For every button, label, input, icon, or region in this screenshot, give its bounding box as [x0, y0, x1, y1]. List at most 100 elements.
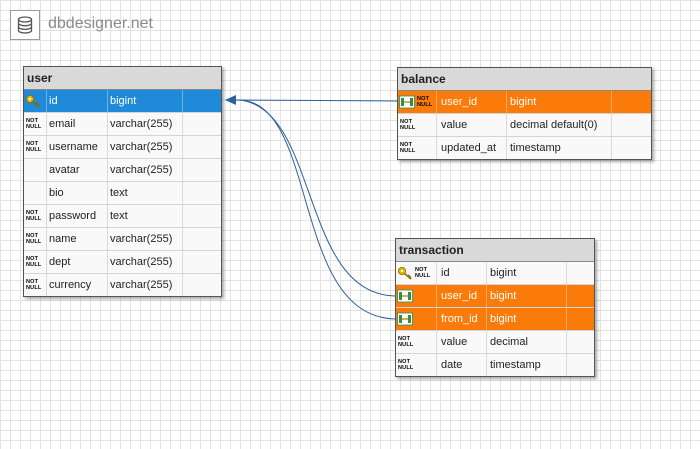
table-row[interactable]: avatar varchar(255) — [24, 158, 221, 181]
column-name[interactable]: user_id — [441, 285, 477, 307]
column-type[interactable]: decimal — [490, 331, 528, 353]
column-divider — [46, 90, 47, 112]
row-markers — [24, 159, 46, 181]
column-name[interactable]: from_id — [441, 308, 478, 330]
table-row[interactable]: NOT NULL email varchar(255) — [24, 112, 221, 135]
column-type[interactable]: bigint — [510, 91, 536, 113]
row-markers — [396, 308, 418, 330]
column-divider — [107, 113, 108, 135]
foreign-key-icon — [396, 312, 413, 326]
column-type[interactable]: varchar(255) — [110, 159, 172, 181]
row-markers: NOT NULL — [396, 331, 418, 353]
column-name[interactable]: value — [441, 114, 467, 136]
row-markers — [24, 90, 46, 112]
column-name[interactable]: id — [49, 90, 58, 112]
column-divider — [46, 182, 47, 204]
column-divider — [107, 136, 108, 158]
column-divider — [182, 274, 183, 296]
column-divider — [107, 182, 108, 204]
column-divider — [182, 159, 183, 181]
column-type[interactable]: bigint — [490, 262, 516, 284]
column-divider — [107, 90, 108, 112]
column-name[interactable]: date — [441, 354, 462, 376]
column-type[interactable]: bigint — [110, 90, 136, 112]
table-balance[interactable]: balance NOT NULL user_id bigint NOT NULL value… — [397, 67, 652, 160]
column-type[interactable]: bigint — [490, 308, 516, 330]
column-divider — [182, 113, 183, 135]
column-divider — [611, 137, 612, 159]
column-type[interactable]: varchar(255) — [110, 228, 172, 250]
column-divider — [46, 274, 47, 296]
column-divider — [436, 262, 437, 284]
column-name[interactable]: bio — [49, 182, 64, 204]
not-null-badge: NOT NULL — [415, 267, 431, 279]
column-name[interactable]: currency — [49, 274, 91, 296]
table-transaction[interactable]: transaction NOT NULL id bigint user_id bigint… — [395, 238, 595, 377]
row-markers: NOT NULL — [24, 136, 46, 158]
column-divider — [506, 91, 507, 113]
column-type[interactable]: varchar(255) — [110, 136, 172, 158]
column-divider — [107, 205, 108, 227]
column-divider — [566, 331, 567, 353]
column-type[interactable]: varchar(255) — [110, 113, 172, 135]
column-name[interactable]: user_id — [441, 91, 477, 113]
column-name[interactable]: id — [441, 262, 450, 284]
table-row[interactable]: bio text — [24, 181, 221, 204]
column-type[interactable]: timestamp — [490, 354, 541, 376]
column-type[interactable]: decimal default(0) — [510, 114, 597, 136]
column-name[interactable]: value — [441, 331, 467, 353]
column-divider — [107, 274, 108, 296]
row-markers: NOT NULL — [24, 274, 46, 296]
column-divider — [107, 251, 108, 273]
table-row[interactable]: user_id bigint — [396, 284, 594, 307]
table-row[interactable]: NOT NULL name varchar(255) — [24, 227, 221, 250]
column-type[interactable]: text — [110, 182, 128, 204]
table-row[interactable]: NOT NULL dept varchar(255) — [24, 250, 221, 273]
table-row[interactable]: NOT NULL currency varchar(255) — [24, 273, 221, 296]
table-row[interactable]: id bigint — [24, 90, 221, 112]
column-divider — [486, 354, 487, 376]
table-title[interactable]: balance — [398, 68, 651, 91]
column-divider — [506, 114, 507, 136]
column-type[interactable]: bigint — [490, 285, 516, 307]
row-markers: NOT NULL — [24, 205, 46, 227]
column-name[interactable]: email — [49, 113, 75, 135]
row-markers: NOT NULL — [396, 354, 418, 376]
not-null-badge: NOT NULL — [26, 279, 42, 291]
table-row[interactable]: NOT NULL id bigint — [396, 262, 594, 284]
primary-key-icon — [396, 266, 413, 280]
column-name[interactable]: name — [49, 228, 77, 250]
table-title[interactable]: transaction — [396, 239, 594, 262]
table-row[interactable]: NOT NULL value decimal default(0) — [398, 113, 651, 136]
column-name[interactable]: avatar — [49, 159, 80, 181]
column-divider — [436, 114, 437, 136]
column-type[interactable]: timestamp — [510, 137, 561, 159]
column-type[interactable]: varchar(255) — [110, 274, 172, 296]
column-divider — [611, 114, 612, 136]
table-row[interactable]: NOT NULL date timestamp — [396, 353, 594, 376]
column-divider — [182, 90, 183, 112]
table-row[interactable]: NOT NULL value decimal — [396, 330, 594, 353]
relation-arrowhead — [225, 95, 236, 105]
row-markers: NOT NULL — [398, 114, 420, 136]
not-null-badge: NOT NULL — [26, 210, 42, 222]
column-name[interactable]: dept — [49, 251, 70, 273]
column-divider — [566, 308, 567, 330]
column-divider — [182, 182, 183, 204]
table-row[interactable]: NOT NULL password text — [24, 204, 221, 227]
table-title[interactable]: user — [24, 67, 221, 90]
column-divider — [46, 159, 47, 181]
column-divider — [107, 159, 108, 181]
column-divider — [182, 205, 183, 227]
column-name[interactable]: username — [49, 136, 98, 158]
column-name[interactable]: password — [49, 205, 96, 227]
column-name[interactable]: updated_at — [441, 137, 496, 159]
table-row[interactable]: NOT NULL user_id bigint — [398, 91, 651, 113]
column-type[interactable]: varchar(255) — [110, 251, 172, 273]
table-user[interactable]: user id bigint NOT NULL email varchar(255) NOT… — [23, 66, 222, 297]
table-row[interactable]: from_id bigint — [396, 307, 594, 330]
column-type[interactable]: text — [110, 205, 128, 227]
table-row[interactable]: NOT NULL updated_at timestamp — [398, 136, 651, 159]
column-divider — [566, 262, 567, 284]
table-row[interactable]: NOT NULL username varchar(255) — [24, 135, 221, 158]
